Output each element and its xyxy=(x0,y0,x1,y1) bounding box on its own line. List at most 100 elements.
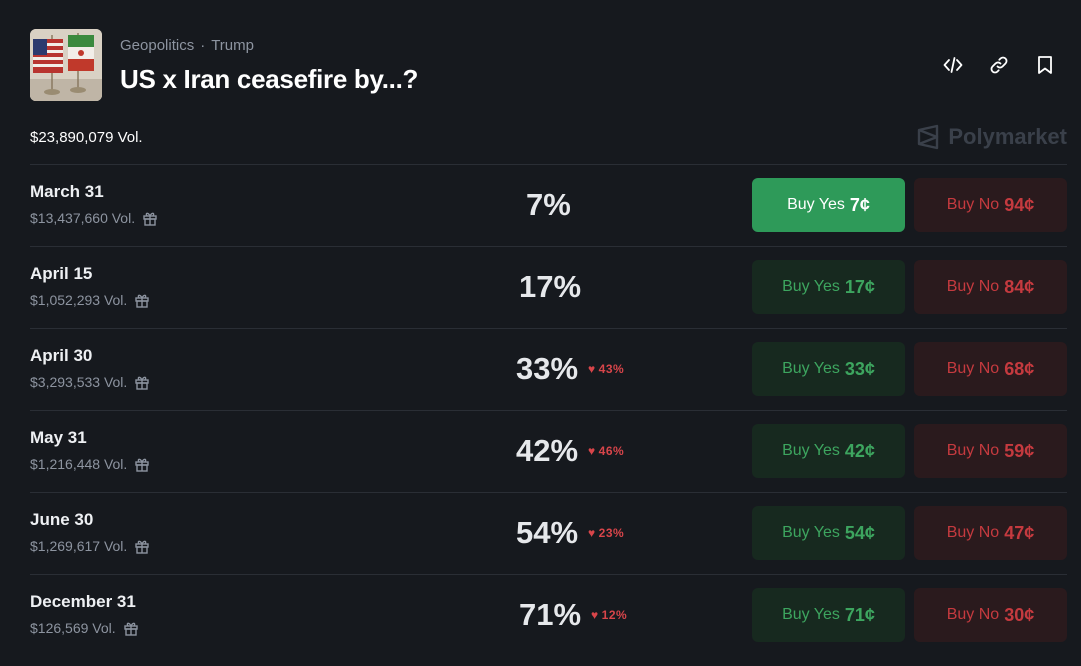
page-title: US x Iran ceasefire by...? xyxy=(120,64,419,94)
chance-change-value: 23% xyxy=(598,526,625,540)
buy-yes-button[interactable]: Buy Yes 54¢ xyxy=(752,506,905,560)
down-caret-icon: ♥ xyxy=(588,526,596,540)
buy-no-button[interactable]: Buy No 59¢ xyxy=(914,424,1067,478)
chance-value: 42% xyxy=(516,433,579,468)
gift-icon[interactable] xyxy=(133,455,151,473)
total-volume: $23,890,079 Vol. xyxy=(30,129,143,146)
market-date: June 30 xyxy=(30,510,94,529)
market-date: December 31 xyxy=(30,592,136,611)
chance-change-value: 12% xyxy=(601,608,628,622)
market-chance: 7% xyxy=(526,187,726,223)
gift-icon[interactable] xyxy=(133,537,151,555)
buy-yes-price: 42¢ xyxy=(844,440,875,461)
breadcrumb-geopolitics[interactable]: Geopolitics xyxy=(120,37,194,54)
market-row: December 31 $126,569 Vol. 71% ♥ 12% Buy Y… xyxy=(30,574,1067,656)
breadcrumb-separator: · xyxy=(200,37,206,54)
buy-yes-button[interactable]: Buy Yes 17¢ xyxy=(752,260,905,314)
buy-yes-price: 71¢ xyxy=(844,604,875,625)
gift-icon[interactable] xyxy=(122,619,140,637)
buy-no-button[interactable]: Buy No 47¢ xyxy=(914,506,1067,560)
buy-yes-price: 17¢ xyxy=(844,276,875,297)
chance-change: ♥ 46% xyxy=(588,444,624,458)
buy-no-button[interactable]: Buy No 68¢ xyxy=(914,342,1067,396)
buy-yes-button[interactable]: Buy Yes 71¢ xyxy=(752,588,905,642)
market-thumbnail-image xyxy=(30,29,102,101)
market-volume: $1,269,617 Vol. xyxy=(30,537,151,555)
chance-value: 17% xyxy=(519,269,582,304)
gift-icon[interactable] xyxy=(133,291,151,309)
buy-yes-price: 7¢ xyxy=(849,194,870,215)
chance-value: 71% xyxy=(519,597,582,632)
link-icon[interactable] xyxy=(987,53,1011,77)
market-date: April 30 xyxy=(30,346,93,365)
down-caret-icon: ♥ xyxy=(588,444,596,458)
down-caret-icon: ♥ xyxy=(588,362,596,376)
gift-icon[interactable] xyxy=(141,209,159,227)
chance-value: 33% xyxy=(516,351,579,386)
gift-icon[interactable] xyxy=(133,373,151,391)
buy-yes-button[interactable]: Buy Yes 7¢ xyxy=(752,178,905,232)
buy-yes-label: Buy Yes xyxy=(782,606,840,623)
chance-value: 7% xyxy=(526,187,571,222)
buy-yes-button[interactable]: Buy Yes 33¢ xyxy=(752,342,905,396)
market-chance: 17% xyxy=(519,269,719,305)
breadcrumb: Geopolitics · Trump xyxy=(120,37,254,54)
market-row: April 30 $3,293,533 Vol. 33% ♥ 43% Buy Ye… xyxy=(30,328,1067,410)
market-list: March 31 $13,437,660 Vol. 7% Buy Yes 7¢ B… xyxy=(30,164,1067,656)
buy-yes-price: 33¢ xyxy=(844,358,875,379)
market-row: June 30 $1,269,617 Vol. 54% ♥ 23% Buy Yes… xyxy=(30,492,1067,574)
buy-yes-price: 54¢ xyxy=(844,522,875,543)
chance-change-value: 43% xyxy=(598,362,625,376)
buy-no-label: Buy No xyxy=(946,360,1000,377)
buy-yes-label: Buy Yes xyxy=(787,196,845,213)
chance-change-value: 46% xyxy=(598,444,625,458)
buy-no-button[interactable]: Buy No 84¢ xyxy=(914,260,1067,314)
buy-yes-button[interactable]: Buy Yes 42¢ xyxy=(752,424,905,478)
market-volume-text: $1,052,293 Vol. xyxy=(30,292,128,308)
buy-yes-label: Buy Yes xyxy=(782,360,840,377)
buy-no-price: 68¢ xyxy=(1004,358,1035,379)
chance-change: ♥ 12% xyxy=(591,608,627,622)
buy-no-price: 84¢ xyxy=(1004,276,1035,297)
market-date: April 15 xyxy=(30,264,93,283)
buy-yes-label: Buy Yes xyxy=(782,278,840,295)
buy-no-price: 47¢ xyxy=(1004,522,1035,543)
embed-icon[interactable] xyxy=(941,53,965,77)
market-row: April 15 $1,052,293 Vol. 17% Buy Yes 17¢ … xyxy=(30,246,1067,328)
market-volume: $1,052,293 Vol. xyxy=(30,291,151,309)
buy-yes-label: Buy Yes xyxy=(782,524,840,541)
buy-no-price: 94¢ xyxy=(1004,194,1035,215)
buy-no-price: 30¢ xyxy=(1004,604,1035,625)
market-chance: 33% ♥ 43% xyxy=(516,351,716,387)
header-actions xyxy=(941,53,1057,77)
buy-no-label: Buy No xyxy=(946,606,1000,623)
market-chance: 71% ♥ 12% xyxy=(519,597,719,633)
market-volume: $13,437,660 Vol. xyxy=(30,209,159,227)
buy-no-price: 59¢ xyxy=(1004,440,1035,461)
market-volume-text: $3,293,533 Vol. xyxy=(30,374,128,390)
market-volume: $1,216,448 Vol. xyxy=(30,455,151,473)
market-row: March 31 $13,437,660 Vol. 7% Buy Yes 7¢ B… xyxy=(30,164,1067,246)
market-volume-text: $13,437,660 Vol. xyxy=(30,210,136,226)
down-caret-icon: ♥ xyxy=(591,608,599,622)
market-volume-text: $126,569 Vol. xyxy=(30,620,116,636)
buy-no-label: Buy No xyxy=(946,524,1000,541)
buy-no-button[interactable]: Buy No 94¢ xyxy=(914,178,1067,232)
chance-value: 54% xyxy=(516,515,579,550)
bookmark-icon[interactable] xyxy=(1033,53,1057,77)
buy-yes-label: Buy Yes xyxy=(782,442,840,459)
buy-no-label: Buy No xyxy=(946,196,1000,213)
market-row: May 31 $1,216,448 Vol. 42% ♥ 46% Buy Yes 4… xyxy=(30,410,1067,492)
chance-change: ♥ 23% xyxy=(588,526,624,540)
market-date: May 31 xyxy=(30,428,87,447)
breadcrumb-trump[interactable]: Trump xyxy=(211,37,254,54)
buy-no-button[interactable]: Buy No 30¢ xyxy=(914,588,1067,642)
market-volume: $126,569 Vol. xyxy=(30,619,140,637)
market-volume: $3,293,533 Vol. xyxy=(30,373,151,391)
brand-name: Polymarket xyxy=(948,124,1067,149)
market-volume-text: $1,269,617 Vol. xyxy=(30,538,128,554)
buy-no-label: Buy No xyxy=(946,278,1000,295)
buy-no-label: Buy No xyxy=(946,442,1000,459)
chance-change: ♥ 43% xyxy=(588,362,624,376)
market-chance: 54% ♥ 23% xyxy=(516,515,716,551)
